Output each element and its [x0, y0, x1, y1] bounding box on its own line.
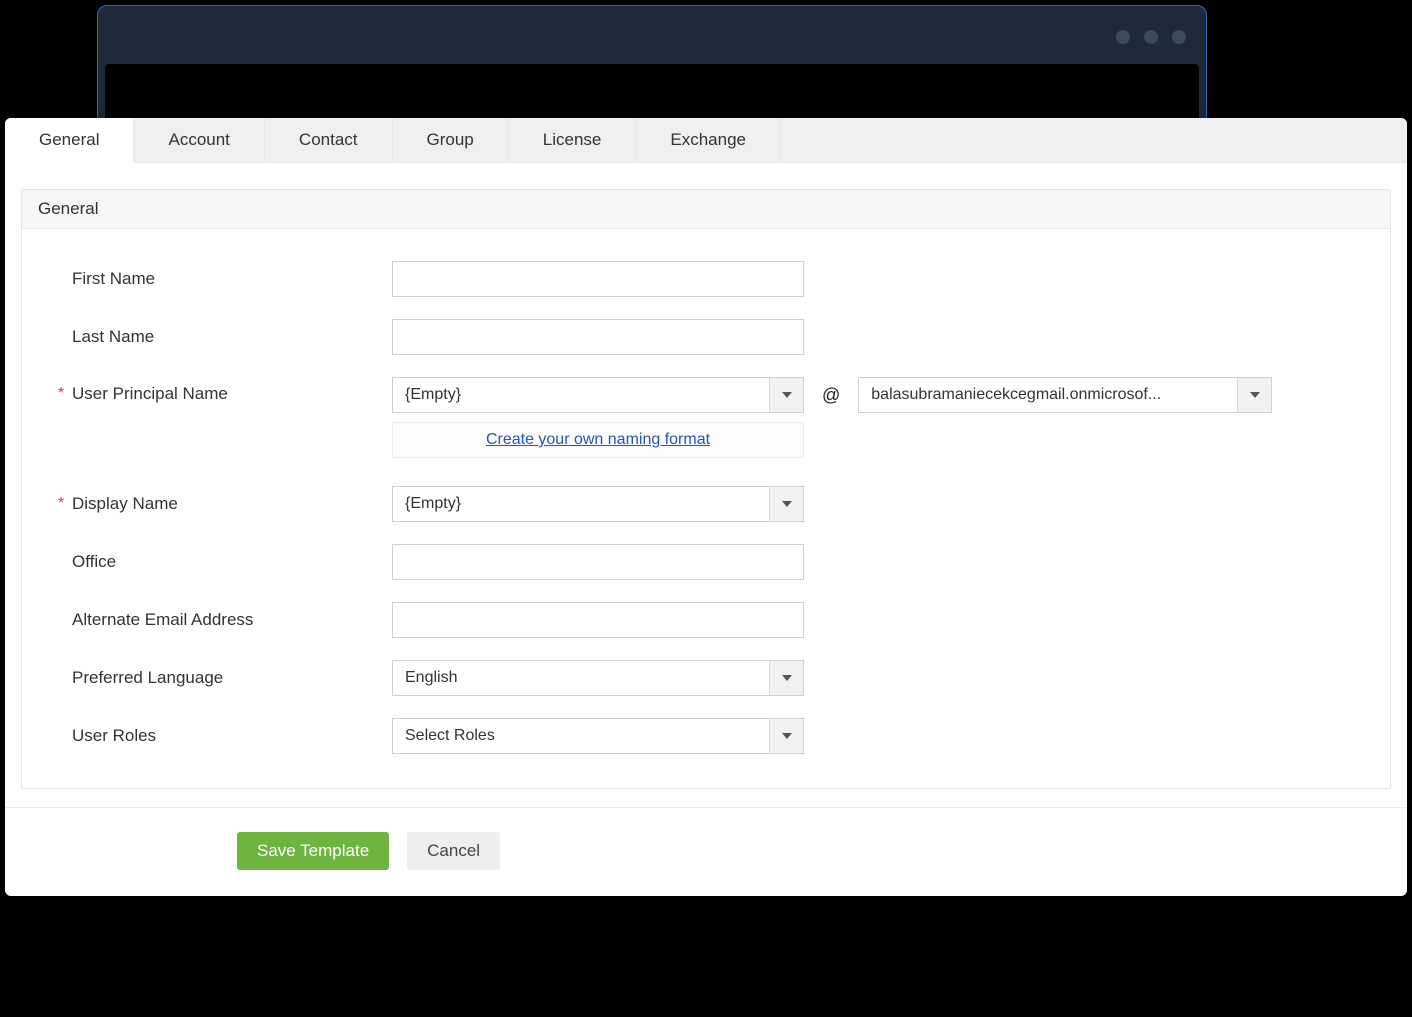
at-sign: @	[822, 385, 840, 406]
display-name-combo[interactable]: {Empty}	[392, 486, 804, 522]
label-upn: * User Principal Name	[72, 377, 392, 404]
tab-exchange[interactable]: Exchange	[636, 118, 781, 162]
window-dot	[1172, 30, 1186, 44]
user-roles-value: Select Roles	[393, 719, 769, 753]
upn-value: {Empty}	[393, 378, 769, 412]
chevron-down-icon	[782, 392, 792, 398]
section-body: First Name Last Name * User P	[22, 229, 1390, 788]
row-office: Office	[72, 544, 1360, 580]
label-preferred-language: Preferred Language	[72, 668, 392, 688]
label-alt-email: Alternate Email Address	[72, 610, 392, 630]
tab-group[interactable]: Group	[393, 118, 509, 162]
tab-license[interactable]: License	[509, 118, 637, 162]
tab-bar: General Account Contact Group License Ex…	[5, 118, 1407, 163]
naming-format-bar: Create your own naming format	[392, 422, 804, 458]
label-upn-text: User Principal Name	[72, 384, 228, 404]
cancel-button[interactable]: Cancel	[407, 832, 500, 870]
chevron-down-icon	[1250, 392, 1260, 398]
domain-combo-toggle[interactable]	[1237, 378, 1271, 412]
upn-combo[interactable]: {Empty}	[392, 377, 804, 413]
row-preferred-language: Preferred Language English	[72, 660, 1360, 696]
window-dot	[1116, 30, 1130, 44]
display-name-combo-toggle[interactable]	[769, 487, 803, 521]
row-first-name: First Name	[72, 261, 1360, 297]
section-title: General	[22, 190, 1390, 229]
user-roles-toggle[interactable]	[769, 719, 803, 753]
required-marker: *	[58, 386, 64, 402]
chevron-down-icon	[782, 733, 792, 739]
row-last-name: Last Name	[72, 319, 1360, 355]
upn-line: {Empty} @ balasubramaniecekcegmail.onmic…	[392, 377, 1272, 413]
tab-contact[interactable]: Contact	[265, 118, 393, 162]
tab-general[interactable]: General	[5, 118, 134, 163]
tab-account[interactable]: Account	[134, 118, 264, 162]
label-display-name-text: Display Name	[72, 494, 178, 514]
chevron-down-icon	[782, 675, 792, 681]
window-controls	[1116, 30, 1186, 44]
row-user-roles: User Roles Select Roles	[72, 718, 1360, 754]
preferred-language-combo[interactable]: English	[392, 660, 804, 696]
section-general: General First Name Last Name	[21, 189, 1391, 789]
save-template-button[interactable]: Save Template	[237, 832, 389, 870]
first-name-input[interactable]	[392, 261, 804, 297]
chevron-down-icon	[782, 501, 792, 507]
office-input[interactable]	[392, 544, 804, 580]
row-alt-email: Alternate Email Address	[72, 602, 1360, 638]
domain-combo[interactable]: balasubramaniecekcegmail.onmicrosof...	[858, 377, 1272, 413]
preferred-language-toggle[interactable]	[769, 661, 803, 695]
row-display-name: * Display Name {Empty}	[72, 486, 1360, 522]
window-dot	[1144, 30, 1158, 44]
label-last-name: Last Name	[72, 327, 392, 347]
label-display-name: * Display Name	[72, 494, 392, 514]
row-upn: * User Principal Name {Empty} @	[72, 377, 1360, 458]
label-first-name: First Name	[72, 269, 392, 289]
domain-value: balasubramaniecekcegmail.onmicrosof...	[859, 378, 1237, 412]
upn-combo-toggle[interactable]	[769, 378, 803, 412]
label-user-roles: User Roles	[72, 726, 392, 746]
display-name-value: {Empty}	[393, 487, 769, 521]
alt-email-input[interactable]	[392, 602, 804, 638]
content: General First Name Last Name	[5, 163, 1407, 807]
footer: Save Template Cancel	[5, 807, 1407, 896]
naming-format-link[interactable]: Create your own naming format	[486, 431, 710, 449]
required-marker: *	[58, 496, 64, 512]
app-window: General Account Contact Group License Ex…	[5, 118, 1407, 896]
preferred-language-value: English	[393, 661, 769, 695]
user-roles-combo[interactable]: Select Roles	[392, 718, 804, 754]
last-name-input[interactable]	[392, 319, 804, 355]
label-office: Office	[72, 552, 392, 572]
